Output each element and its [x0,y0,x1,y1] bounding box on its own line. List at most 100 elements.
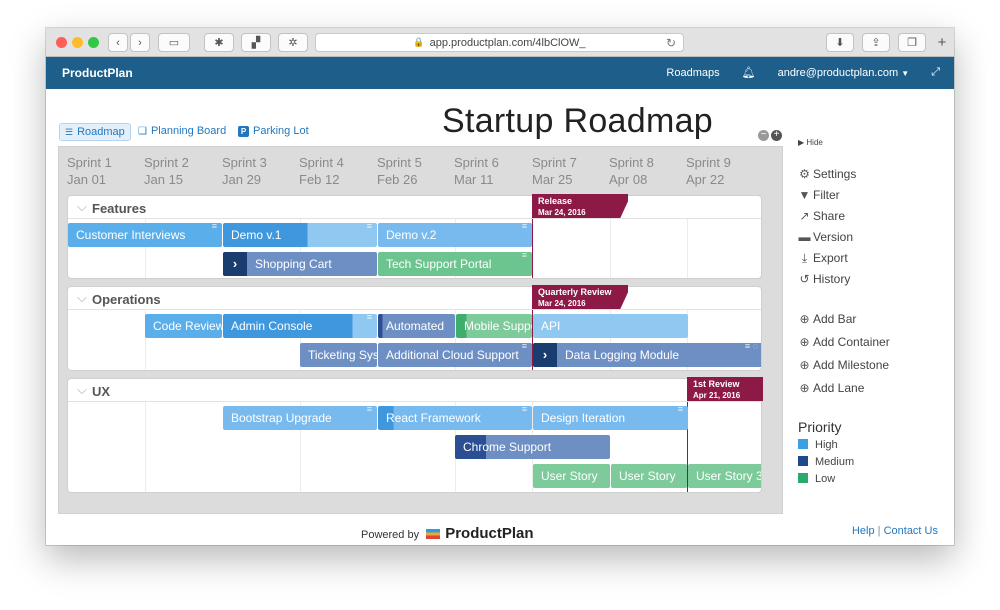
chevron-left-icon: ‹ [116,36,120,49]
bar-additional-cloud-support[interactable]: Additional Cloud Support ≡ [378,343,532,367]
add-container-button[interactable]: ⊕ Add Container [798,335,889,349]
zoom-window-button[interactable] [88,37,99,48]
menu-icon[interactable]: ≡ [212,223,217,231]
milestone-1st-review[interactable]: 1st Review Apr 21, 2016 [687,377,763,401]
bell-icon[interactable]: 🔔︎ [742,66,756,79]
extension-button-3[interactable]: ✲ [278,33,308,52]
sprint-header: Sprint 8 Apr 08 [609,154,654,188]
url-text: app.productplan.com/4lbClOW_ [429,36,586,49]
bar-label: User Story [541,469,598,483]
menu-icon[interactable]: ≡ [522,343,527,351]
priority-legend-low: Low [798,473,835,485]
productplan-logo[interactable]: ProductPlan [445,525,533,542]
priority-label: Low [815,473,836,485]
menu-icon[interactable]: ≡ [522,223,527,231]
menu-icon[interactable]: ≡ [367,406,372,414]
history-link[interactable]: ↺ History [798,272,850,286]
share-icon: ⇪ [871,37,881,49]
back-button[interactable]: ‹ [108,33,128,52]
reload-icon[interactable]: ↻ [666,36,676,50]
extension-button[interactable]: ✱ [204,33,234,52]
menu-icon[interactable]: ≡ [522,252,527,260]
tab-planning-board[interactable]: ❏ Planning Board [138,123,226,137]
hide-toggle[interactable]: ▶ Hide [798,138,823,147]
bar-user-story-3[interactable]: User Story 3 [688,464,761,488]
priority-swatch [798,473,808,483]
bar-design-iteration[interactable]: Design Iteration ≡ [533,406,688,430]
tab-roadmap[interactable]: ☰ Roadmap [59,123,131,141]
add-milestone-button[interactable]: ⊕ Add Milestone [798,358,889,372]
bar-customer-interviews[interactable]: Customer Interviews ≡ [68,223,222,247]
share-link[interactable]: ↗ Share [798,209,845,223]
downloads-button[interactable]: ⬇ [826,33,854,52]
bar-bootstrap-upgrade[interactable]: Bootstrap Upgrade ≡ [223,406,377,430]
sprint-header: Sprint 6 Mar 11 [454,154,499,188]
lane-header[interactable]: ⌵ Features [68,196,761,219]
download-icon: ⤓ [801,251,808,265]
zoom-in-icon[interactable]: + [771,130,782,141]
bar-demo-v2[interactable]: Demo v.2 ≡ [378,223,532,247]
forward-button[interactable]: › [130,33,150,52]
priority-label: Medium [815,456,855,468]
bar-user-story[interactable]: User Story [611,464,687,488]
plus-circle-icon: ⊕ [799,358,810,372]
milestone-line [532,219,533,278]
bar-data-logging-module[interactable]: › Data Logging Module ≡ ◌ [533,343,761,367]
brand-logo[interactable]: ProductPlan [62,66,133,80]
tab-parking-lot[interactable]: P Parking Lot [238,123,309,137]
bar-label: API [541,319,561,333]
menu-icon[interactable]: ≡ ◌ [745,343,758,351]
bar-chrome-support[interactable]: Chrome Support [455,435,610,459]
address-bar[interactable]: 🔒 app.productplan.com/4lbClOW_ ↻ [315,33,684,52]
menu-icon[interactable]: ≡ [367,314,372,322]
extension-button-2[interactable]: ▞ [241,33,271,52]
menu-icon[interactable]: ≡ [678,406,683,414]
help-link[interactable]: Help [852,525,875,537]
filter-link[interactable]: ▼ Filter [798,188,840,202]
roadmaps-link[interactable]: Roadmaps [666,67,719,79]
menu-icon[interactable]: ≡ [522,406,527,414]
close-window-button[interactable] [56,37,67,48]
bar-shopping-cart[interactable]: › Shopping Cart [223,252,377,276]
contact-link[interactable]: Contact Us [884,525,938,537]
add-bar-button[interactable]: ⊕ Add Bar [798,312,856,326]
share-button[interactable]: ⇪ [862,33,890,52]
bar-api[interactable]: API [533,314,688,338]
bar-react-framework[interactable]: React Framework ≡ [378,406,532,430]
bar-user-story[interactable]: User Story [533,464,610,488]
version-link[interactable]: ▬ Version [798,230,854,244]
chevron-down-icon[interactable]: ⌵ [77,382,87,398]
bar-label: Customer Interviews [76,228,186,242]
milestone-release[interactable]: Release Mar 24, 2016 [532,194,628,218]
bar-automated[interactable]: Automated [378,314,455,338]
bar-label: Demo v.1 [231,228,282,242]
history-icon: ↺ [799,272,810,286]
chevron-down-icon[interactable]: ⌵ [77,199,87,215]
sidebar-icon: ▭ [168,37,180,49]
sprint-date: Mar 11 [454,172,494,187]
milestone-quarterly-review[interactable]: Quarterly Review Mar 24, 2016 [532,285,628,309]
add-lane-button[interactable]: ⊕ Add Lane [798,381,864,395]
sidebar-toggle-button[interactable]: ▭ [158,33,190,52]
bar-ticketing-system[interactable]: Ticketing System [300,343,377,367]
settings-link[interactable]: ⚙ Settings [798,167,856,181]
expand-icon[interactable]: ⤢ [931,66,940,79]
lane-header[interactable]: ⌵ Operations [68,287,761,310]
new-tab-button[interactable]: + [932,33,952,52]
menu-icon[interactable]: ≡ [367,223,372,231]
zoom-out-icon[interactable]: − [758,130,769,141]
hide-label: Hide [806,138,823,147]
bar-code-review[interactable]: Code Review [145,314,222,338]
lane-header[interactable]: ⌵ UX [68,379,761,402]
chevron-right-icon[interactable]: › [533,343,557,367]
export-link[interactable]: ⤓ Export [798,251,848,266]
tabs-button[interactable]: ❐ [898,33,926,52]
chevron-right-icon[interactable]: › [223,252,247,276]
minimize-window-button[interactable] [72,37,83,48]
user-menu[interactable]: andre@productplan.com ▼ [778,67,910,79]
chevron-down-icon[interactable]: ⌵ [77,290,87,306]
bar-demo-v1[interactable]: Demo v.1 ≡ [223,223,377,247]
bar-admin-console[interactable]: Admin Console ≡ [223,314,377,338]
bar-tech-support-portal[interactable]: Tech Support Portal ≡ [378,252,532,276]
bar-mobile-support[interactable]: Mobile Support [456,314,532,338]
